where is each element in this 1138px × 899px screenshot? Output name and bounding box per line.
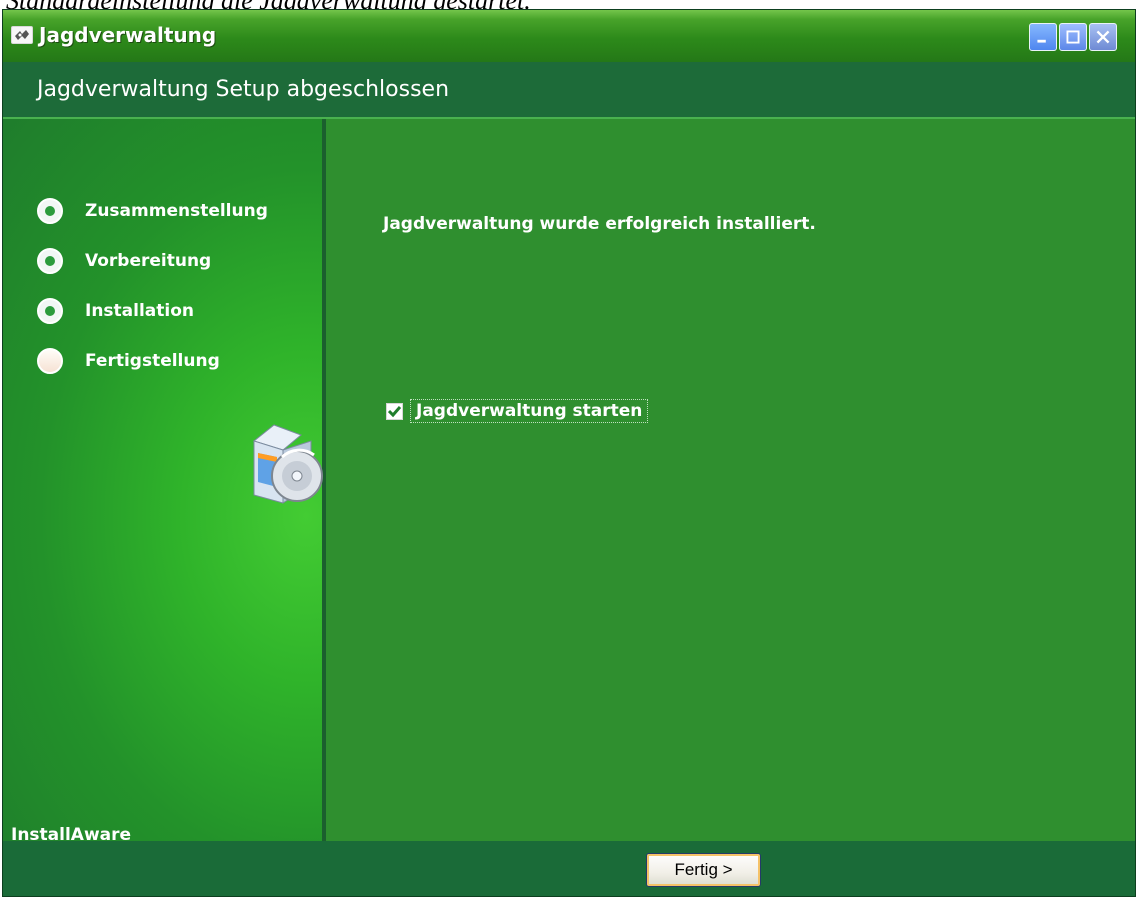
app-icon <box>11 26 33 44</box>
step-label: Fertigstellung <box>85 351 220 371</box>
steps-panel: Zusammenstellung Vorbereitung Installati… <box>3 119 326 845</box>
step-label: Zusammenstellung <box>85 201 268 221</box>
title-bar[interactable]: Jagdverwaltung <box>3 10 1135 63</box>
maximize-icon <box>1066 30 1080 44</box>
header-strip: Jagdverwaltung Setup abgeschlossen <box>3 62 1135 119</box>
step-complete-icon <box>37 248 63 274</box>
step-complete-icon <box>37 198 63 224</box>
start-app-option[interactable]: Jagdverwaltung starten <box>386 399 649 423</box>
footer-bar: Fertig > <box>3 841 1135 896</box>
minimize-icon <box>1037 39 1046 43</box>
close-button[interactable] <box>1089 23 1117 51</box>
checkmark-icon <box>388 405 401 417</box>
step-label: Installation <box>85 301 195 321</box>
window-title: Jagdverwaltung <box>39 23 217 47</box>
installer-window: Jagdverwaltung Jagdverwaltung Setup abge… <box>2 9 1136 897</box>
step-current-icon <box>37 348 63 374</box>
step-label: Vorbereitung <box>85 251 212 271</box>
close-icon <box>1096 30 1110 44</box>
step-zusammenstellung: Zusammenstellung <box>37 196 268 226</box>
step-fertigstellung: Fertigstellung <box>37 346 220 376</box>
step-vorbereitung: Vorbereitung <box>37 246 211 276</box>
minimize-button[interactable] <box>1029 23 1057 51</box>
setup-title: Jagdverwaltung Setup abgeschlossen <box>37 77 450 102</box>
finish-button[interactable]: Fertig > <box>646 853 761 887</box>
step-complete-icon <box>37 298 63 324</box>
start-app-label[interactable]: Jagdverwaltung starten <box>410 399 649 423</box>
maximize-button[interactable] <box>1059 23 1087 51</box>
main-content: Jagdverwaltung wurde erfolgreich install… <box>326 119 1135 841</box>
setup-box-icon <box>252 424 323 504</box>
step-installation: Installation <box>37 296 194 326</box>
start-app-checkbox[interactable] <box>386 402 403 420</box>
install-success-message: Jagdverwaltung wurde erfolgreich install… <box>383 214 816 234</box>
